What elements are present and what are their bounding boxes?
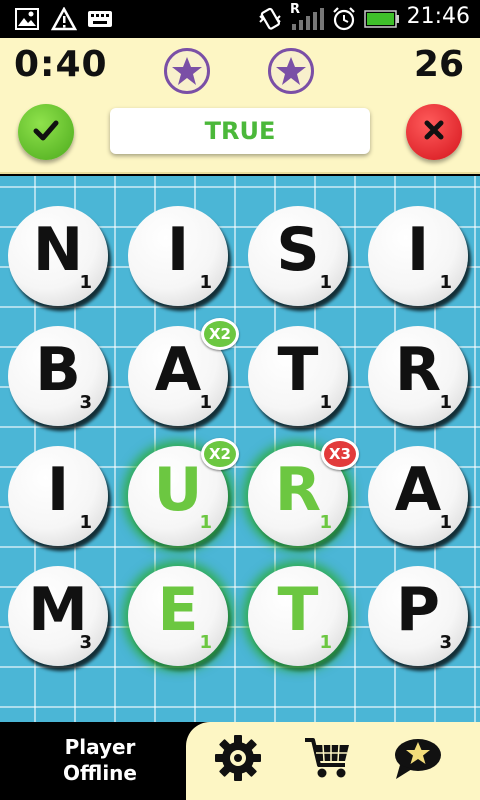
tile-letter: M <box>28 575 88 645</box>
chat-star-icon <box>392 735 444 785</box>
letter-tile[interactable]: R1 <box>368 326 468 426</box>
letter-tile[interactable]: T1 <box>248 326 348 426</box>
score-value: 26 <box>413 44 464 85</box>
cart-icon <box>303 735 353 785</box>
tile-points: 1 <box>319 512 332 533</box>
battery-icon <box>364 6 400 32</box>
tile-points: 1 <box>199 392 212 413</box>
tile-letter: S <box>276 215 320 285</box>
tile-letter: I <box>406 215 430 285</box>
submit-word-button[interactable] <box>18 104 74 160</box>
clear-word-button[interactable] <box>406 104 462 160</box>
player-panel[interactable]: Player Offline <box>0 722 192 800</box>
signal-icon: R <box>290 2 324 32</box>
footer-bar: Player Offline <box>0 722 480 800</box>
gallery-icon <box>14 6 40 32</box>
star-icon <box>268 48 314 94</box>
tile-points: 1 <box>319 632 332 653</box>
letter-tile[interactable]: S1 <box>248 206 348 306</box>
multiplier-badge: X2 <box>201 318 239 350</box>
player-label: Player <box>64 735 136 759</box>
tile-points: 1 <box>439 512 452 533</box>
keyboard-icon <box>86 6 114 32</box>
letter-board: N 1 I 1 S 1 I 1 B 3 A 1 X2 T 1 R 1 I 1 U 1 X2 R 1 X3 A 1 M 3 E 1 T 1 P 3 <box>0 176 480 722</box>
footer-actions <box>186 722 480 800</box>
tile-letter: I <box>166 215 190 285</box>
letter-tile[interactable]: E1 <box>128 566 228 666</box>
tile-letter: I <box>46 455 70 525</box>
tile-letter: R <box>394 335 442 405</box>
letter-tile[interactable]: A1 <box>368 446 468 546</box>
network-label: R <box>290 2 301 17</box>
tile-letter: T <box>277 335 319 405</box>
tile-points: 3 <box>79 392 92 413</box>
tile-letter: B <box>35 335 81 405</box>
tile-points: 1 <box>319 392 332 413</box>
tile-points: 1 <box>439 272 452 293</box>
tile-letter: T <box>277 575 319 645</box>
tile-points: 1 <box>439 392 452 413</box>
multiplier-badge: X3 <box>321 438 359 470</box>
word-result: TRUE <box>110 108 370 154</box>
tile-points: 1 <box>199 632 212 653</box>
letter-tile[interactable]: I1 <box>8 446 108 546</box>
letter-tile[interactable]: B3 <box>8 326 108 426</box>
alarm-icon <box>330 6 358 32</box>
letter-tile[interactable]: T1 <box>248 566 348 666</box>
game-header: 0:40 26 TRUE <box>0 38 480 174</box>
letter-tile[interactable]: P3 <box>368 566 468 666</box>
tile-letter: E <box>157 575 199 645</box>
clock: 21:46 <box>406 4 470 29</box>
chat-button[interactable] <box>388 730 448 790</box>
player-connection-status: Offline <box>63 761 137 785</box>
tile-points: 1 <box>199 272 212 293</box>
multiplier-badge: X2 <box>201 438 239 470</box>
star-icon <box>164 48 210 94</box>
tile-letter: N <box>32 215 84 285</box>
letter-tile[interactable]: N1 <box>8 206 108 306</box>
settings-button[interactable] <box>208 730 268 790</box>
alert-icon <box>50 6 78 32</box>
tile-points: 1 <box>79 512 92 533</box>
status-bar: R 21:46 <box>0 0 480 38</box>
countdown-timer: 0:40 <box>14 44 108 85</box>
letter-tile[interactable]: M3 <box>8 566 108 666</box>
tile-points: 1 <box>199 512 212 533</box>
tile-points: 3 <box>79 632 92 653</box>
tile-letter: A <box>394 455 442 525</box>
letter-tile[interactable]: I1 <box>128 206 228 306</box>
close-icon <box>420 116 448 148</box>
tile-points: 1 <box>79 272 92 293</box>
tile-letter: P <box>396 575 440 645</box>
gear-icon <box>213 733 263 787</box>
player-status: Player Offline <box>30 734 170 786</box>
letter-tile[interactable]: I1 <box>368 206 468 306</box>
tile-points: 3 <box>439 632 452 653</box>
tile-points: 1 <box>319 272 332 293</box>
vibrate-icon <box>256 6 284 32</box>
check-icon <box>30 114 62 150</box>
shop-button[interactable] <box>298 730 358 790</box>
